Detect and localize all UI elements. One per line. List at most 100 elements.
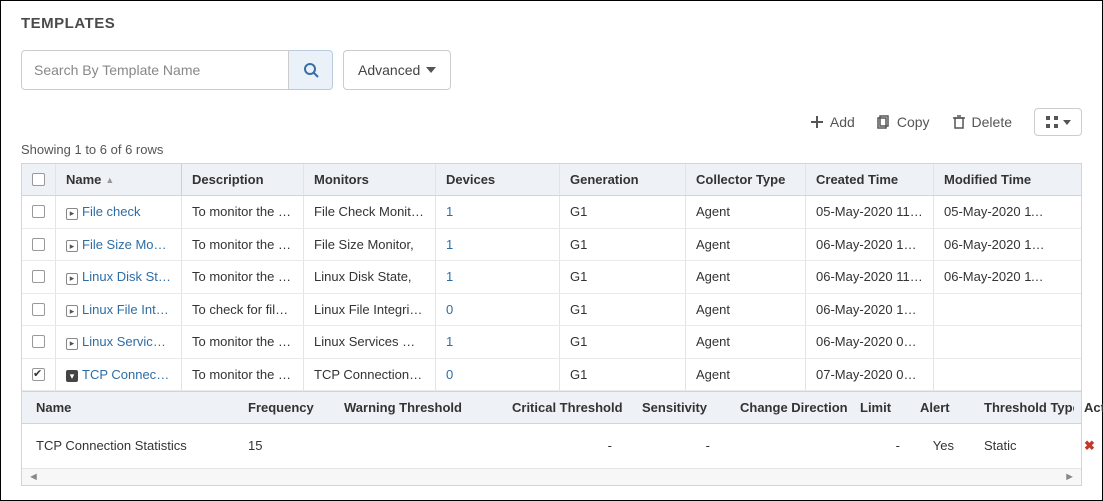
- search-button[interactable]: [289, 50, 333, 90]
- cell-modified-time: [934, 326, 1060, 358]
- cell-collector-type: Agent: [686, 229, 806, 261]
- subcol-name: Name: [22, 392, 238, 423]
- cell-description: To monitor the st…: [182, 261, 304, 293]
- subrow-action[interactable]: ✖: [1074, 430, 1103, 462]
- col-description[interactable]: Description: [182, 164, 304, 195]
- add-label: Add: [830, 114, 855, 130]
- template-name-link[interactable]: ▸Linux Disk State: [56, 261, 182, 293]
- cell-created-time: 06-May-2020 11:3…: [806, 261, 934, 293]
- cell-modified-time: 06-May-2020 10:4…: [934, 229, 1060, 261]
- cell-devices[interactable]: 0: [436, 294, 560, 326]
- col-monitors[interactable]: Monitors: [304, 164, 436, 195]
- cell-description: To monitor the la…: [182, 196, 304, 228]
- cell-collector-type: Agent: [686, 359, 806, 391]
- cell-devices[interactable]: 1: [436, 229, 560, 261]
- col-name[interactable]: Name▲: [56, 164, 182, 195]
- table-row: ▸File Size Monit…To monitor the fil…File…: [22, 229, 1081, 262]
- cell-devices[interactable]: 1: [436, 261, 560, 293]
- expand-icon[interactable]: ▸: [66, 273, 78, 285]
- template-name-link[interactable]: ▾TCP Connectio…: [56, 359, 182, 391]
- row-checkbox[interactable]: [32, 205, 45, 218]
- trash-icon: [952, 115, 966, 129]
- expand-icon[interactable]: ▸: [66, 208, 78, 220]
- cell-devices[interactable]: 0: [436, 359, 560, 391]
- subcol-action: Action: [1074, 392, 1103, 423]
- cell-collector-type: Agent: [686, 326, 806, 358]
- delete-button[interactable]: Delete: [952, 114, 1012, 130]
- subrow-frequency: 15: [238, 430, 334, 462]
- delete-row-icon[interactable]: ✖: [1084, 438, 1095, 453]
- subcol-sensitivity: Sensitivity: [632, 392, 730, 423]
- delete-label: Delete: [972, 114, 1012, 130]
- cell-monitors: Linux File Integrit…: [304, 294, 436, 326]
- add-button[interactable]: Add: [810, 114, 855, 130]
- cell-monitors: Linux Disk State,: [304, 261, 436, 293]
- template-name-link[interactable]: ▸Linux Services …: [56, 326, 182, 358]
- chevron-down-icon: [426, 67, 436, 73]
- select-all-checkbox[interactable]: [32, 173, 45, 186]
- search-input[interactable]: [21, 50, 289, 90]
- subcol-warning-threshold: Warning Threshold: [334, 392, 502, 423]
- template-name-link[interactable]: ▸File check: [56, 196, 182, 228]
- cell-modified-time: 06-May-2020 11:3…: [934, 261, 1060, 293]
- col-created-time[interactable]: Created Time: [806, 164, 934, 195]
- cell-monitors: Linux Services Mo…: [304, 326, 436, 358]
- cell-created-time: 05-May-2020 11:1…: [806, 196, 934, 228]
- copy-label: Copy: [897, 114, 930, 130]
- template-name-link[interactable]: ▸File Size Monit…: [56, 229, 182, 261]
- cell-devices[interactable]: 1: [436, 326, 560, 358]
- subrow-critical-threshold: -: [502, 430, 632, 462]
- expand-icon[interactable]: ▸: [66, 305, 78, 317]
- view-toggle-button[interactable]: [1034, 108, 1082, 136]
- col-collector-type[interactable]: Collector Type: [686, 164, 806, 195]
- scroll-right-icon[interactable]: ►: [1064, 471, 1075, 483]
- row-checkbox[interactable]: [32, 335, 45, 348]
- subcol-change-direction: Change Direction: [730, 392, 850, 423]
- cell-collector-type: Agent: [686, 196, 806, 228]
- actions-row: Add Copy Delete: [21, 108, 1082, 136]
- cell-generation: G1: [560, 326, 686, 358]
- cell-devices[interactable]: 1: [436, 196, 560, 228]
- row-checkbox[interactable]: [32, 303, 45, 316]
- cell-created-time: 06-May-2020 10:4…: [806, 229, 934, 261]
- cell-collector-type: Agent: [686, 261, 806, 293]
- cell-created-time: 06-May-2020 10:0…: [806, 294, 934, 326]
- cell-monitors: TCP Connection S…: [304, 359, 436, 391]
- subrow-change-direction: [730, 430, 850, 462]
- cell-created-time: 06-May-2020 08:5…: [806, 326, 934, 358]
- subrow-name: TCP Connection Statistics: [22, 430, 238, 462]
- advanced-label: Advanced: [358, 62, 420, 78]
- expand-icon[interactable]: ▸: [66, 338, 78, 350]
- col-modified-time[interactable]: Modified Time: [934, 164, 1060, 195]
- cell-monitors: File Size Monitor,: [304, 229, 436, 261]
- expand-icon[interactable]: ▸: [66, 240, 78, 252]
- cell-generation: G1: [560, 229, 686, 261]
- subrow-sensitivity: -: [632, 430, 730, 462]
- copy-icon: [877, 115, 891, 129]
- row-checkbox[interactable]: [32, 238, 45, 251]
- row-checkbox[interactable]: [32, 368, 45, 381]
- expand-icon[interactable]: ▾: [66, 370, 78, 382]
- cell-created-time: 07-May-2020 02:4…: [806, 359, 934, 391]
- horizontal-scrollbar[interactable]: ◄ ►: [22, 468, 1081, 485]
- subcol-alert: Alert: [910, 392, 964, 423]
- showing-text: Showing 1 to 6 of 6 rows: [21, 142, 1082, 157]
- sub-table-header: Name Frequency Warning Threshold Critica…: [22, 391, 1081, 424]
- table-row: ▸File checkTo monitor the la…File Check …: [22, 196, 1081, 229]
- table-row: ▾TCP Connectio…To monitor the st…TCP Con…: [22, 359, 1081, 392]
- cell-modified-time: [934, 294, 1060, 326]
- subcol-frequency: Frequency: [238, 392, 334, 423]
- templates-table: Name▲ Description Monitors Devices Gener…: [21, 163, 1082, 486]
- table-row: ▸Linux File Integ…To check for file …Lin…: [22, 294, 1081, 327]
- scroll-left-icon[interactable]: ◄: [28, 471, 39, 483]
- subcol-limit: Limit: [850, 392, 910, 423]
- row-checkbox[interactable]: [32, 270, 45, 283]
- copy-button[interactable]: Copy: [877, 114, 930, 130]
- page-title: TEMPLATES: [21, 15, 1082, 32]
- col-generation[interactable]: Generation: [560, 164, 686, 195]
- table-row: ▸Linux Services …To monitor the st…Linux…: [22, 326, 1081, 359]
- template-name-link[interactable]: ▸Linux File Integ…: [56, 294, 182, 326]
- col-devices[interactable]: Devices: [436, 164, 560, 195]
- advanced-button[interactable]: Advanced: [343, 50, 451, 90]
- cell-description: To monitor the fil…: [182, 229, 304, 261]
